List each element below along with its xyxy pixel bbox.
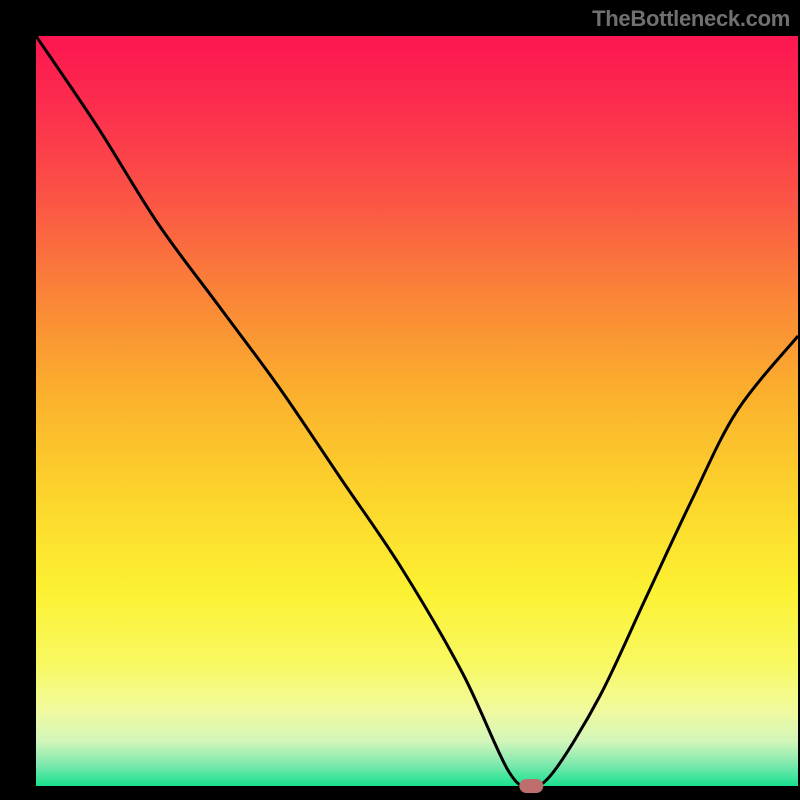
bottleneck-chart	[0, 0, 800, 800]
gradient-background	[36, 36, 798, 786]
minimum-marker	[519, 779, 543, 793]
